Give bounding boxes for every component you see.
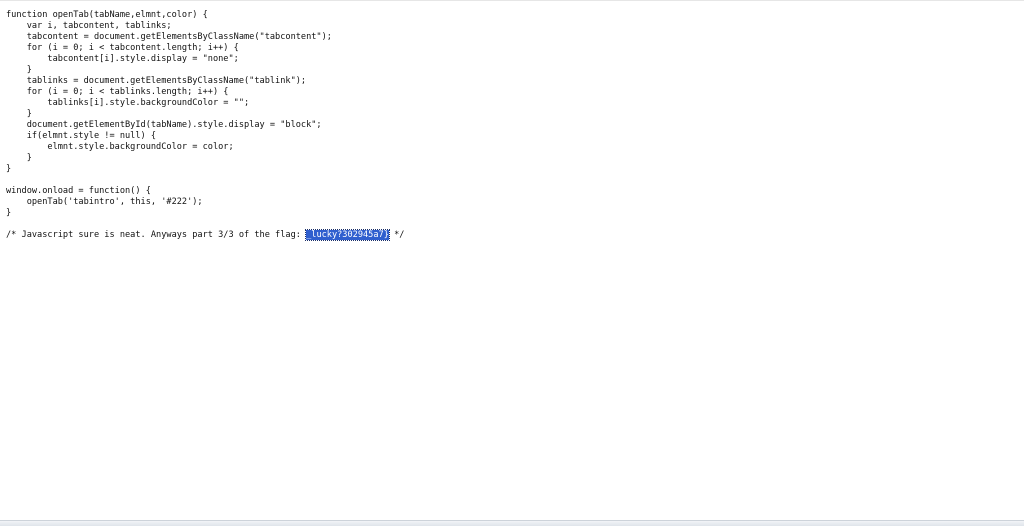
selected-flag-text[interactable]: _lucky?302945a7} xyxy=(305,229,390,241)
code-line: var i, tabcontent, tablinks; xyxy=(6,21,172,31)
code-line: tabcontent = document.getElementsByClass… xyxy=(6,32,332,42)
browser-page: function openTab(tabName,elmnt,color) { … xyxy=(0,0,1024,526)
code-line: window.onload = function() { xyxy=(6,186,151,196)
code-line: } xyxy=(6,153,32,163)
code-line: if(elmnt.style != null) { xyxy=(6,131,157,141)
code-line: elmnt.style.backgroundColor = color; xyxy=(6,142,234,152)
window-bottom-edge xyxy=(0,520,1024,526)
flag-comment-line[interactable]: /* Javascript sure is neat. Anyways part… xyxy=(6,229,405,241)
code-line: for (i = 0; i < tablinks.length; i++) { xyxy=(6,87,229,97)
code-line: tabcontent[i].style.display = "none"; xyxy=(6,54,239,64)
comment-prefix: /* Javascript sure is neat. Anyways part… xyxy=(6,230,307,240)
javascript-source: function openTab(tabName,elmnt,color) { … xyxy=(6,10,404,241)
code-line: } xyxy=(6,65,32,75)
code-line: tablinks[i].style.backgroundColor = ""; xyxy=(6,98,250,108)
code-line: } xyxy=(6,109,32,119)
code-line: for (i = 0; i < tabcontent.length; i++) … xyxy=(6,43,239,53)
code-line: } xyxy=(6,164,12,174)
code-line: tablinks = document.getElementsByClassNa… xyxy=(6,76,307,86)
code-line: function openTab(tabName,elmnt,color) { xyxy=(6,10,208,20)
comment-suffix: */ xyxy=(388,230,405,240)
code-line: } xyxy=(6,208,12,218)
code-line: document.getElementById(tabName).style.d… xyxy=(6,120,322,130)
code-line: openTab('tabintro', this, '#222'); xyxy=(6,197,203,207)
